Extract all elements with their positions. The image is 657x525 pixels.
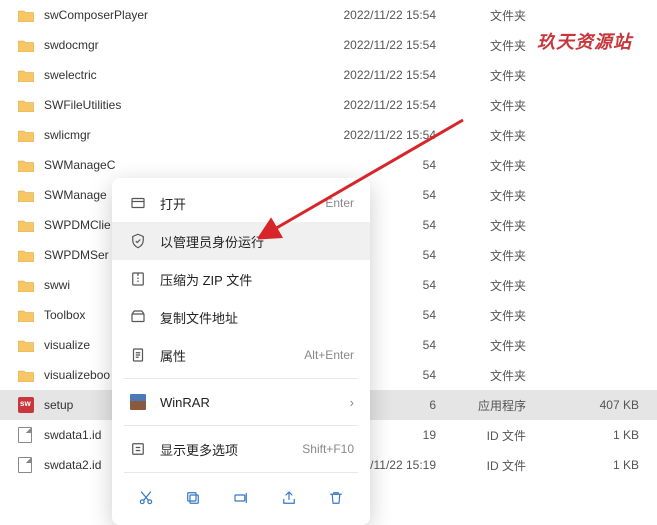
winrar-icon	[128, 392, 148, 412]
file-type: ID 文件	[436, 427, 526, 444]
menu-action-bar	[112, 477, 370, 519]
menu-item-shortcut: Shift+F10	[302, 442, 354, 456]
file-name: swelectric	[38, 68, 296, 82]
folder-icon	[18, 39, 38, 52]
file-name: swdocmgr	[38, 38, 296, 52]
folder-icon	[18, 69, 38, 82]
rename-button[interactable]	[224, 481, 258, 515]
menu-item-more[interactable]: 显示更多选项Shift+F10	[112, 430, 370, 468]
copy-button[interactable]	[176, 481, 210, 515]
menu-separator	[124, 425, 358, 426]
menu-item-label: 压缩为 ZIP 文件	[160, 270, 354, 289]
file-type: ID 文件	[436, 457, 526, 474]
file-type: 文件夹	[436, 67, 526, 84]
file-date: 2022/11/22 15:54	[296, 8, 436, 22]
folder-icon	[18, 279, 38, 292]
file-row[interactable]: swlicmgr2022/11/22 15:54文件夹	[0, 120, 657, 150]
file-name: SWFileUtilities	[38, 98, 296, 112]
menu-item-label: 显示更多选项	[160, 440, 302, 459]
file-name: swComposerPlayer	[38, 8, 296, 22]
copy-path-icon	[128, 307, 148, 327]
more-icon	[128, 439, 148, 459]
exe-icon	[18, 397, 38, 413]
file-row[interactable]: SWManageC54文件夹	[0, 150, 657, 180]
menu-item-label: 复制文件地址	[160, 308, 354, 327]
file-type: 文件夹	[436, 187, 526, 204]
file-type: 文件夹	[436, 367, 526, 384]
file-size: 407 KB	[526, 398, 657, 412]
admin-icon	[128, 231, 148, 251]
folder-icon	[18, 309, 38, 322]
share-button[interactable]	[272, 481, 306, 515]
file-type: 文件夹	[436, 7, 526, 24]
folder-icon	[18, 99, 38, 112]
watermark-text: 玖天资源站	[537, 28, 632, 54]
file-type: 文件夹	[436, 337, 526, 354]
file-name: swlicmgr	[38, 128, 296, 142]
delete-button[interactable]	[319, 481, 353, 515]
file-row[interactable]: SWFileUtilities2022/11/22 15:54文件夹	[0, 90, 657, 120]
menu-item-label: 属性	[160, 346, 304, 365]
file-icon	[18, 427, 38, 443]
file-row[interactable]: swelectric2022/11/22 15:54文件夹	[0, 60, 657, 90]
folder-icon	[18, 159, 38, 172]
context-menu: 打开Enter以管理员身份运行压缩为 ZIP 文件复制文件地址属性Alt+Ent…	[112, 178, 370, 525]
file-type: 文件夹	[436, 97, 526, 114]
file-type: 文件夹	[436, 157, 526, 174]
file-icon	[18, 457, 38, 473]
file-name: SWManageC	[38, 158, 296, 172]
file-size: 1 KB	[526, 428, 657, 442]
file-type: 文件夹	[436, 307, 526, 324]
menu-item-shortcut: Enter	[325, 196, 354, 210]
file-type: 文件夹	[436, 277, 526, 294]
file-date: 2022/11/22 15:54	[296, 68, 436, 82]
menu-item-label: WinRAR	[160, 395, 344, 410]
folder-icon	[18, 219, 38, 232]
file-row[interactable]: swComposerPlayer2022/11/22 15:54文件夹	[0, 0, 657, 30]
file-size: 1 KB	[526, 458, 657, 472]
menu-item-copy-path[interactable]: 复制文件地址	[112, 298, 370, 336]
menu-item-zip[interactable]: 压缩为 ZIP 文件	[112, 260, 370, 298]
file-type: 文件夹	[436, 217, 526, 234]
file-date: 2022/11/22 15:54	[296, 98, 436, 112]
folder-icon	[18, 129, 38, 142]
chevron-right-icon: ›	[350, 395, 354, 410]
menu-item-open[interactable]: 打开Enter	[112, 184, 370, 222]
menu-separator	[124, 378, 358, 379]
zip-icon	[128, 269, 148, 289]
file-date: 2022/11/22 15:54	[296, 38, 436, 52]
folder-icon	[18, 369, 38, 382]
folder-icon	[18, 189, 38, 202]
folder-icon	[18, 249, 38, 262]
menu-separator	[124, 472, 358, 473]
menu-item-label: 打开	[160, 194, 325, 213]
open-icon	[128, 193, 148, 213]
file-type: 文件夹	[436, 247, 526, 264]
folder-icon	[18, 9, 38, 22]
menu-item-label: 以管理员身份运行	[160, 232, 354, 251]
file-date: 54	[296, 158, 436, 172]
file-date: 2022/11/22 15:54	[296, 128, 436, 142]
menu-item-shortcut: Alt+Enter	[304, 348, 354, 362]
folder-icon	[18, 339, 38, 352]
cut-button[interactable]	[129, 481, 163, 515]
file-type: 文件夹	[436, 127, 526, 144]
props-icon	[128, 345, 148, 365]
menu-item-props[interactable]: 属性Alt+Enter	[112, 336, 370, 374]
file-type: 应用程序	[436, 397, 526, 414]
file-type: 文件夹	[436, 37, 526, 54]
menu-item-admin[interactable]: 以管理员身份运行	[112, 222, 370, 260]
menu-item-winrar[interactable]: WinRAR ›	[112, 383, 370, 421]
